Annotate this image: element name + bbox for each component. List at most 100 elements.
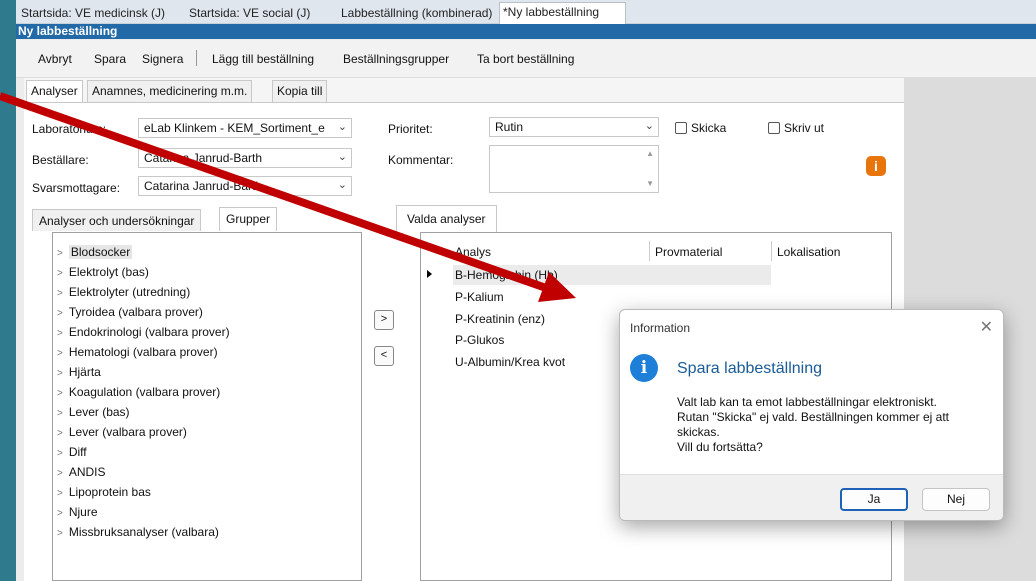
dialog-heading: Spara labbeställning	[677, 360, 822, 377]
column-header-analys[interactable]: Analys	[455, 245, 491, 259]
tree-item[interactable]: > Elektrolyter (utredning)	[57, 285, 190, 299]
tab-ny-labbestallning[interactable]: *Ny labbeställning	[499, 2, 626, 24]
no-button[interactable]: Nej	[922, 488, 990, 511]
dialog-message-line: Rutan "Skicka" ej vald. Beställningen ko…	[677, 410, 949, 439]
tree-item[interactable]: > Elektrolyt (bas)	[57, 265, 149, 279]
tree-item[interactable]: > ANDIS	[57, 465, 106, 479]
remove-order-button[interactable]: Ta bort beställning	[477, 52, 574, 66]
table-row[interactable]: P-Kreatinin (enz)	[455, 312, 545, 326]
column-separator	[649, 241, 650, 261]
print-checkbox-box[interactable]	[768, 122, 780, 134]
tree-item[interactable]: > Njure	[57, 505, 98, 519]
tree-item-label: Lipoprotein bas	[68, 485, 151, 499]
chevron-down-icon: ⌄	[337, 179, 347, 191]
information-icon: i	[630, 354, 658, 382]
scroll-up-icon[interactable]: ▲	[646, 149, 654, 158]
chevron-right-icon: >	[57, 328, 63, 339]
tree-item[interactable]: > Koagulation (valbara prover)	[57, 385, 220, 399]
sign-button[interactable]: Signera	[142, 52, 183, 66]
tab-analyser-och-undersokningar[interactable]: Analyser och undersökningar	[32, 209, 202, 231]
window-title: Ny labbeställning	[16, 24, 1036, 39]
orderer-value: Catarina Janrud-Barth	[144, 151, 263, 165]
tree-item-label: Diff	[68, 445, 87, 459]
tree-item[interactable]: > Hjärta	[57, 365, 101, 379]
tree-item[interactable]: > Lever (bas)	[57, 405, 130, 419]
tab-kopia-till[interactable]: Kopia till	[272, 80, 328, 102]
tree-item-label: ANDIS	[68, 465, 106, 479]
tree-item[interactable]: > Lever (valbara prover)	[57, 425, 187, 439]
tab-grupper[interactable]: Grupper	[219, 207, 278, 231]
tree-item[interactable]: > Missbruksanalyser (valbara)	[57, 525, 219, 539]
tree-item[interactable]: > Endokrinologi (valbara prover)	[57, 325, 230, 339]
print-checkbox[interactable]: Skriv ut	[768, 121, 824, 135]
tab-startsida-medicinsk[interactable]: Startsida: VE medicinsk (J)	[18, 4, 168, 24]
chevron-right-icon: >	[57, 248, 63, 259]
recipient-value: Catarina Janrud-Barth	[144, 179, 263, 193]
comment-textarea[interactable]: ▲ ▼	[489, 145, 659, 193]
yes-button[interactable]: Ja	[840, 488, 908, 511]
chevron-right-icon: >	[57, 528, 63, 539]
orderer-label: Beställare:	[32, 153, 89, 167]
tree-item-label: Koagulation (valbara prover)	[68, 385, 221, 399]
order-groups-button[interactable]: Beställningsgrupper	[343, 52, 449, 66]
laboratory-select[interactable]: eLab Klinkem - KEM_Sortiment_e ⌄	[138, 118, 352, 138]
dialog-message: Valt lab kan ta emot labbeställningar el…	[677, 395, 987, 455]
send-checkbox-label: Skicka	[691, 121, 727, 135]
tab-labbestallning-kombinerad[interactable]: Labbeställning (kombinerad)	[338, 4, 495, 24]
tree-item[interactable]: > Hematologi (valbara prover)	[57, 345, 218, 359]
chevron-right-icon: >	[57, 308, 63, 319]
scroll-down-icon[interactable]: ▼	[646, 179, 654, 188]
table-row[interactable]: P-Glukos	[455, 333, 504, 347]
chevron-right-icon: >	[57, 408, 63, 419]
tab-valda-analyser[interactable]: Valda analyser	[396, 205, 497, 232]
toolbar: Avbryt Spara Signera Lägg till beställni…	[16, 40, 1036, 78]
tree-item[interactable]: > Tyroidea (valbara prover)	[57, 305, 203, 319]
info-icon[interactable]: i	[866, 156, 886, 176]
chevron-right-icon: >	[57, 388, 63, 399]
chevron-down-icon: ⌄	[644, 120, 654, 132]
column-header-provmaterial[interactable]: Provmaterial	[655, 245, 722, 259]
column-header-lokalisation[interactable]: Lokalisation	[777, 245, 840, 259]
information-dialog: Information ✕ i Spara labbeställning Val…	[619, 309, 1004, 521]
column-separator	[771, 241, 772, 261]
comment-label: Kommentar:	[388, 153, 454, 167]
orderer-select[interactable]: Catarina Janrud-Barth ⌄	[138, 148, 352, 168]
chevron-right-icon: >	[57, 508, 63, 519]
remove-analysis-button[interactable]: <	[374, 346, 394, 366]
table-row[interactable]: P-Kalium	[455, 290, 504, 304]
tree-item-label: Njure	[68, 505, 98, 519]
toolbar-separator	[196, 50, 197, 66]
add-analysis-button[interactable]: >	[374, 310, 394, 330]
tab-analyser[interactable]: Analyser	[26, 80, 83, 102]
chevron-right-icon: >	[57, 368, 63, 379]
save-button[interactable]: Spara	[94, 52, 126, 66]
current-row-icon	[427, 270, 432, 278]
tree-item[interactable]: > Diff	[57, 445, 87, 459]
tree-item-label: Missbruksanalyser (valbara)	[68, 525, 219, 539]
dialog-message-line: Valt lab kan ta emot labbeställningar el…	[677, 395, 937, 409]
cancel-button[interactable]: Avbryt	[38, 52, 72, 66]
priority-select[interactable]: Rutin ⌄	[489, 117, 659, 137]
close-icon[interactable]: ✕	[980, 317, 993, 337]
tab-startsida-social[interactable]: Startsida: VE social (J)	[186, 4, 313, 24]
tree-item-label: Lever (bas)	[68, 405, 130, 419]
document-tab-bar: Startsida: VE medicinsk (J) Startsida: V…	[16, 0, 1036, 24]
tree-item-label: Hematologi (valbara prover)	[68, 345, 218, 359]
chevron-right-icon: >	[57, 488, 63, 499]
table-row[interactable]: B-Hemoglobin (Hb)	[455, 268, 558, 282]
send-checkbox[interactable]: Skicka	[675, 121, 726, 135]
table-row[interactable]: U-Albumin/Krea kvot	[455, 355, 565, 369]
tree-item-label: Elektrolyt (bas)	[68, 265, 149, 279]
dialog-title: Information	[630, 321, 691, 335]
tab-anamnes[interactable]: Anamnes, medicinering m.m.	[87, 80, 253, 102]
dialog-footer: Ja Nej	[620, 474, 1003, 520]
tree-item-label: Blodsocker	[68, 245, 133, 259]
chevron-right-icon: >	[57, 268, 63, 279]
tree-item[interactable]: > Blodsocker	[57, 245, 133, 259]
tree-item[interactable]: > Lipoprotein bas	[57, 485, 151, 499]
tree-item-label: Endokrinologi (valbara prover)	[68, 325, 230, 339]
send-checkbox-box[interactable]	[675, 122, 687, 134]
recipient-select[interactable]: Catarina Janrud-Barth ⌄	[138, 176, 352, 196]
add-order-button[interactable]: Lägg till beställning	[212, 52, 314, 66]
tree-item-label: Tyroidea (valbara prover)	[68, 305, 203, 319]
